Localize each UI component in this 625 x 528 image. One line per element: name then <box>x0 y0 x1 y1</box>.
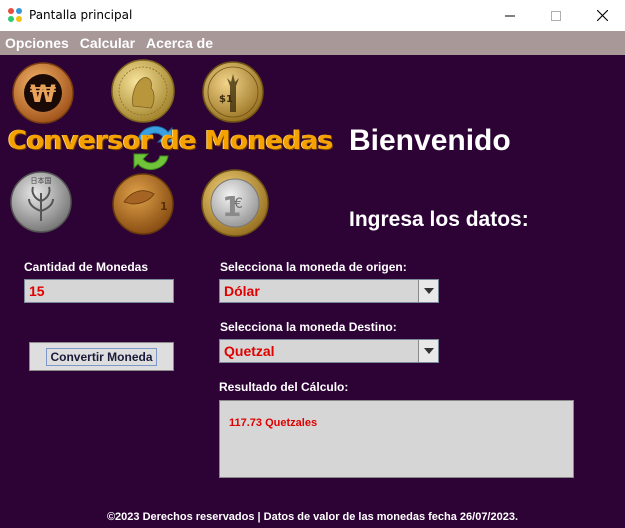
target-currency-label: Selecciona la moneda Destino: <box>220 320 397 334</box>
origin-currency-select[interactable]: Dólar <box>219 279 439 303</box>
euro-coin-icon: 1 € <box>201 169 269 237</box>
origin-currency-label: Selecciona la moneda de origen: <box>220 260 407 274</box>
footer-text: ©2023 Derechos reservados | Datos de val… <box>106 511 519 523</box>
svg-text:日本国: 日本国 <box>31 176 52 185</box>
result-label: Resultado del Cálculo: <box>219 380 349 394</box>
svg-text:$1: $1 <box>219 94 233 105</box>
instructions-heading: Ingresa los datos: <box>349 208 529 231</box>
menu-bar: Opciones Calcular Acerca de <box>0 31 625 55</box>
pound-queen-coin-icon <box>111 59 175 123</box>
title-bar: Pantalla principal <box>0 0 625 31</box>
close-button[interactable] <box>579 0 625 31</box>
target-currency-value: Quetzal <box>224 343 275 359</box>
logo-text: Conversor de Monedas <box>8 126 333 156</box>
target-dropdown-button[interactable] <box>418 340 438 362</box>
origin-dropdown-button[interactable] <box>418 280 438 302</box>
minimize-button[interactable] <box>487 0 533 31</box>
result-textarea[interactable]: 117.73 Quetzales <box>219 400 574 478</box>
maximize-button[interactable] <box>533 0 579 31</box>
window-title: Pantalla principal <box>29 8 133 22</box>
chevron-down-icon <box>423 288 434 294</box>
close-icon <box>596 10 608 21</box>
dollar-coin-icon: $1 <box>202 61 264 123</box>
amount-input-value: 15 <box>29 283 45 299</box>
menu-calcular[interactable]: Calcular <box>75 31 141 55</box>
yen-coin-icon: 日本国 <box>10 171 72 233</box>
menu-opciones[interactable]: Opciones <box>0 31 75 55</box>
java-app-icon <box>8 8 22 22</box>
main-panel: ₩ $1 Conversor de Monedas 日本国 1 1 € Bien… <box>0 55 625 528</box>
welcome-heading: Bienvenido <box>349 124 511 157</box>
svg-text:1: 1 <box>160 200 168 213</box>
svg-text:₩: ₩ <box>30 80 57 108</box>
maximize-icon <box>551 10 561 21</box>
won-coin-icon: ₩ <box>12 62 74 124</box>
convert-button[interactable]: Convertir Moneda <box>29 342 174 371</box>
chevron-down-icon <box>423 348 434 354</box>
menu-acerca-de[interactable]: Acerca de <box>141 31 219 55</box>
amount-input[interactable]: 15 <box>24 279 174 303</box>
amount-label: Cantidad de Monedas <box>24 260 149 274</box>
target-currency-select[interactable]: Quetzal <box>219 339 439 363</box>
origin-currency-value: Dólar <box>224 283 260 299</box>
result-value: 117.73 Quetzales <box>229 417 318 429</box>
minimize-icon <box>505 15 515 16</box>
convert-button-label: Convertir Moneda <box>46 347 157 366</box>
svg-text:€: € <box>234 196 243 212</box>
bronze-coin-icon: 1 <box>112 173 174 235</box>
